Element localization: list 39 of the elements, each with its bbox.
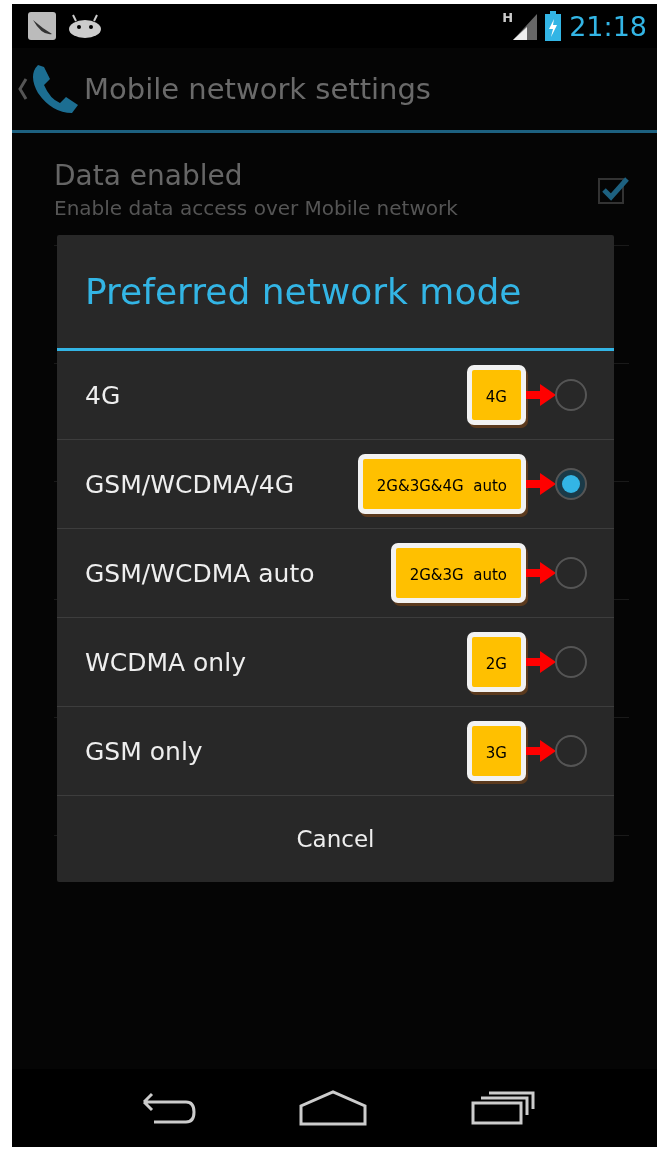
radio-button[interactable] [554,467,588,501]
clock-time: 21:18 [569,10,647,42]
radio-button[interactable] [554,556,588,590]
callout-label: 2G [466,632,526,692]
callout-label: 4G [466,365,526,425]
callout-label: 3G [466,721,526,781]
screen-title: Mobile network settings [84,72,431,106]
option-row[interactable]: GSM/WCDMA/4G 2G&3G&4G auto [57,440,614,529]
battery-icon [545,11,562,41]
dialog-title: Preferred network mode [57,235,614,351]
setting-summary: Enable data access over Mobile network [54,195,459,220]
option-label: WCDMA only [85,647,246,677]
option-label: 4G [85,380,121,410]
arrow-icon [526,473,556,495]
arrow-icon [526,384,556,406]
cancel-button[interactable]: Cancel [57,796,614,882]
network-type: H [502,10,514,25]
option-row[interactable]: 4G 4G [57,351,614,440]
callout-label: 2G&3G auto [390,543,526,603]
arrow-icon [526,562,556,584]
option-label: GSM/WCDMA/4G [85,469,295,499]
option-row[interactable]: WCDMA only 2G [57,618,614,707]
arrow-icon [526,740,556,762]
option-row[interactable]: GSM/WCDMA auto 2G&3G auto [57,529,614,618]
option-label: GSM/WCDMA auto [85,558,315,588]
recent-apps-icon[interactable] [471,1091,536,1125]
arrow-icon [526,651,556,673]
setting-title: Data enabled [54,158,244,192]
signal-icon [513,12,538,40]
home-icon[interactable] [299,1090,368,1126]
radio-button[interactable] [554,645,588,679]
option-row[interactable]: GSM only 3G [57,707,614,796]
notification-icon [28,12,56,40]
option-label: GSM only [85,736,203,766]
chevron-left-icon [18,78,28,100]
radio-button[interactable] [554,734,588,768]
android-icon [68,14,102,38]
radio-button[interactable] [554,378,588,412]
callout-label: 2G&3G&4G auto [357,454,526,514]
